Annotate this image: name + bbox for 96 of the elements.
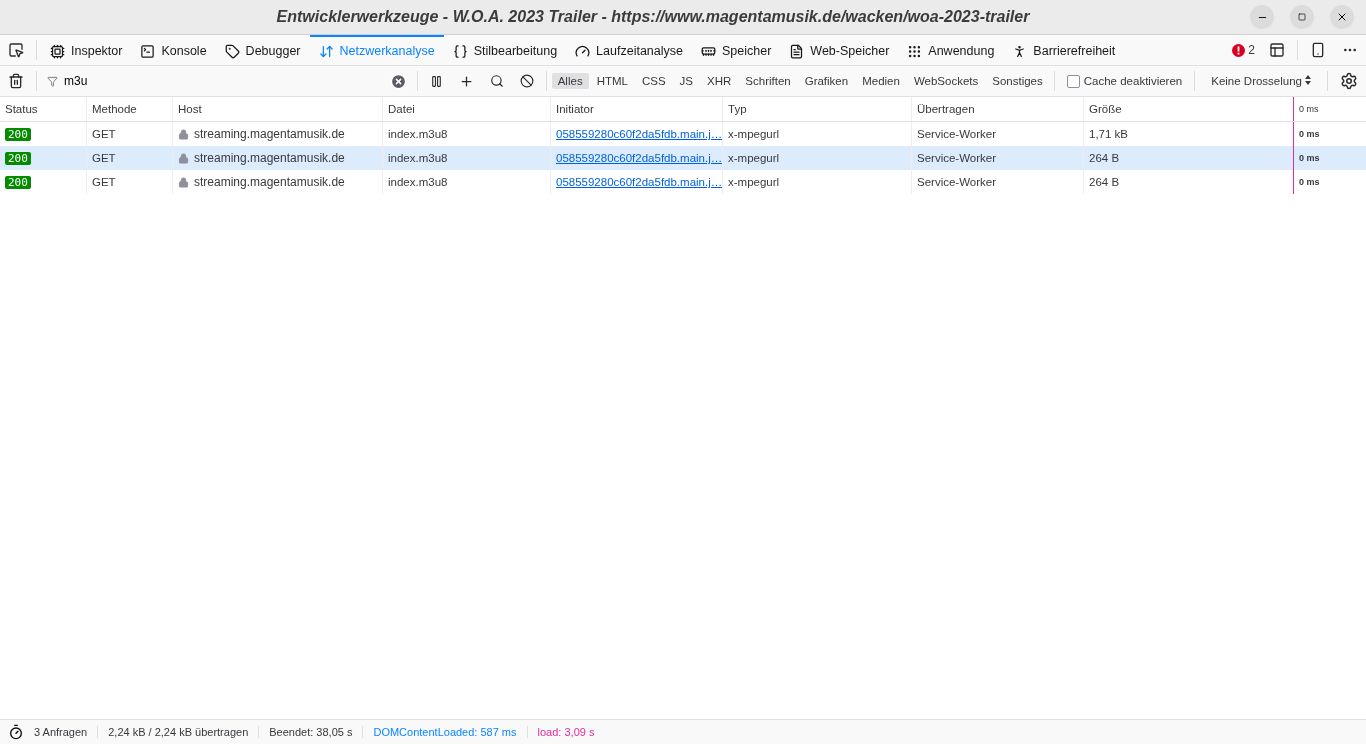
tool-tab[interactable]: Speicher: [692, 35, 781, 65]
stopwatch-icon: [8, 724, 24, 740]
throttling-select[interactable]: Keine Drosselung: [1199, 75, 1323, 87]
close-button[interactable]: [1330, 5, 1354, 29]
filter-field[interactable]: m3u: [62, 73, 386, 89]
column-header[interactable]: Übertragen: [911, 97, 1083, 121]
transferred-summary: 2,24 kB / 2,24 kB übertragen: [97, 726, 259, 738]
table-cell: 0 ms: [1299, 129, 1320, 139]
column-header[interactable]: Host: [172, 97, 382, 121]
block-icon: [519, 74, 534, 88]
type-filter-button[interactable]: HTML: [590, 73, 634, 89]
pointer-icon: [8, 42, 24, 58]
gauge-icon: [575, 43, 591, 59]
checkbox-box[interactable]: [1066, 74, 1080, 88]
error-counter[interactable]: 2: [1226, 43, 1261, 57]
plus-icon: [458, 73, 474, 89]
tool-tab[interactable]: Web-Speicher: [780, 35, 899, 65]
status-badge: 200: [5, 127, 31, 141]
filter-icon: [47, 75, 58, 87]
search-icon: [489, 74, 504, 88]
tool-tab[interactable]: Anwendung: [898, 35, 1004, 65]
tool-tab[interactable]: Barrierefreiheit: [1003, 35, 1125, 65]
tool-tab[interactable]: Inspektor: [41, 35, 132, 65]
initiator-link[interactable]: 058559280c60f2da5fdb.main.j…: [556, 176, 722, 188]
terminal-icon: [140, 43, 156, 59]
dom-content-loaded-time: DOMContentLoaded: 587 ms: [362, 726, 527, 738]
request-row[interactable]: 200 GET streaming.magentamusik.de index.m3u8 058559280c60f2da5fdb.main.j… x-mpegurl Service-Worker 264 B 0 ms: [0, 146, 1366, 170]
maximize-icon: [1298, 13, 1306, 21]
trash-icon: [8, 73, 24, 89]
table-cell: GET: [92, 176, 116, 188]
maximize-button[interactable]: [1290, 5, 1314, 29]
layout-icon: [1269, 42, 1285, 58]
finished-time: Beendet: 38,05 s: [258, 726, 363, 738]
table-cell: 0 ms: [1299, 153, 1320, 163]
type-filter-button[interactable]: Medien: [856, 73, 906, 89]
column-header[interactable]: Status: [0, 97, 86, 121]
table-cell: Service-Worker: [917, 152, 997, 164]
load-time: load: 3,09 s: [526, 726, 605, 738]
column-header[interactable]: 0 ms: [1293, 97, 1366, 121]
table-cell: index.m3u8: [388, 128, 448, 140]
type-filter-button[interactable]: Sonstiges: [986, 73, 1049, 89]
table-cell: 0 ms: [1299, 177, 1320, 187]
table-cell: streaming.magentamusik.de: [194, 127, 345, 141]
lock-icon: [178, 128, 189, 140]
window-title: Entwicklerwerkzeuge - W.O.A. 2023 Trailer - https://www.magentamusik.de/wacken/woa-2023-trailer: [275, 8, 1031, 26]
type-filter-button[interactable]: JS: [673, 73, 700, 89]
column-header[interactable]: Datei: [382, 97, 550, 121]
column-header[interactable]: Größe: [1083, 97, 1293, 121]
table-cell: GET: [92, 128, 116, 140]
settings-icon: [1340, 72, 1358, 90]
type-filter-button[interactable]: XHR: [701, 73, 738, 89]
table-cell: x-mpegurl: [728, 128, 780, 140]
column-header[interactable]: Methode: [86, 97, 172, 121]
table-cell: index.m3u8: [388, 152, 448, 164]
phone-icon: [1310, 42, 1326, 58]
type-filter-button[interactable]: Alles: [551, 73, 589, 89]
cache-checkbox[interactable]: Cache deaktivieren: [1058, 74, 1191, 88]
table-cell: GET: [92, 152, 116, 164]
table-cell: streaming.magentamusik.de: [194, 175, 345, 189]
column-header[interactable]: Initiator: [550, 97, 722, 121]
tool-tab[interactable]: Konsole: [131, 35, 216, 65]
lock-icon: [178, 176, 189, 188]
table-cell: Service-Worker: [917, 176, 997, 188]
column-header[interactable]: Typ: [722, 97, 911, 121]
lock-icon: [178, 152, 189, 164]
type-filter-button[interactable]: WebSockets: [907, 73, 985, 89]
grid-icon: [907, 43, 923, 59]
chip-icon: [50, 43, 65, 59]
request-count: 3 Anfragen: [33, 726, 89, 738]
tool-tab[interactable]: Debugger: [215, 35, 310, 65]
table-cell: 264 B: [1089, 152, 1120, 164]
status-badge: 200: [5, 175, 31, 189]
initiator-link[interactable]: 058559280c60f2da5fdb.main.j…: [556, 128, 722, 140]
table-cell: x-mpegurl: [728, 152, 780, 164]
updown-caret-icon: [1305, 75, 1311, 85]
type-filter-button[interactable]: CSS: [635, 73, 672, 89]
table-cell: 264 B: [1089, 176, 1120, 188]
table-cell: streaming.magentamusik.de: [194, 151, 345, 165]
braces-icon: [452, 43, 468, 59]
type-filter-button[interactable]: Grafiken: [798, 73, 855, 89]
error-icon: [1232, 43, 1246, 57]
clear-filter-icon[interactable]: [389, 72, 407, 90]
initiator-link[interactable]: 058559280c60f2da5fdb.main.j…: [556, 152, 722, 164]
table-cell: Service-Worker: [917, 128, 997, 140]
table-cell: 1,71 kB: [1089, 128, 1128, 140]
tag-icon: [224, 43, 240, 59]
type-filter-button[interactable]: Schriften: [739, 73, 797, 89]
document-icon: [789, 43, 805, 59]
close-icon: [1336, 11, 1348, 23]
table-cell: x-mpegurl: [728, 176, 780, 188]
pause-icon: [429, 74, 443, 88]
tool-tab[interactable]: Stilbearbeitung: [443, 35, 567, 65]
tool-tab[interactable]: Laufzeitanalyse: [566, 35, 692, 65]
arrows-icon: [318, 43, 334, 59]
status-badge: 200: [5, 151, 31, 165]
table-cell: index.m3u8: [388, 176, 448, 188]
